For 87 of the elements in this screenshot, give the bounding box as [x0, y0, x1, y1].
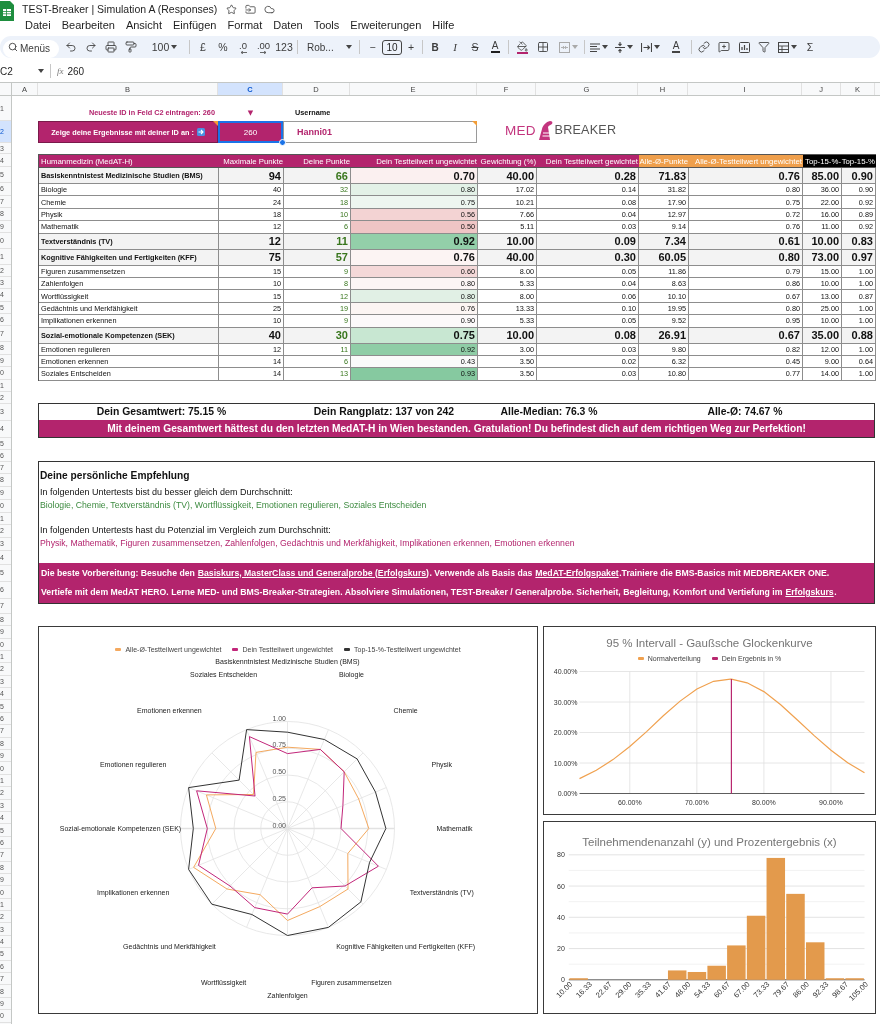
summary-stat: Alle-Median: 76.3 %	[499, 405, 599, 420]
increase-decimals-button[interactable]: .00	[253, 37, 274, 57]
histogram-bar	[667, 970, 687, 980]
promo-text: Die beste Vorbereitung: Besuche den Basiskurs, MasterClass und Generalprobe (Erfolgskurs). Verwende als Basis das MedAT-Erfolgspaket.Trainiere die BMS-Basics mit MEDBREAKER ONE.	[41, 566, 831, 580]
vertical-align-icon[interactable]	[615, 41, 625, 53]
table-cell: 85.00	[803, 168, 842, 184]
menu-item[interactable]: Erweiterungen	[350, 18, 422, 32]
summary-stat: Alle-Ø: 74.67 %	[706, 405, 784, 420]
summary-stat: Dein Gesamtwert: 75.15 %	[95, 405, 228, 420]
formula-field[interactable]: 260	[67, 65, 880, 77]
table-cell: 66	[284, 168, 351, 184]
arrow-right-icon[interactable]	[260, 50, 267, 54]
caret-icon[interactable]	[790, 45, 797, 49]
menu-item[interactable]: Datei	[25, 18, 51, 32]
recommendation-intro: In folgenden Untertests bist du besser gleich dem Durchschnitt:	[40, 485, 294, 499]
search-field[interactable]: Menüs	[3, 39, 59, 58]
logo-mark-icon	[536, 120, 554, 140]
menu-item[interactable]: Bearbeiten	[61, 18, 115, 32]
promo-text: Vertiefe mit dem MedAT HERO. Lerne MED- und BMS-Breaker-Strategien. Absolviere Simulationen, TEST-Breaker / Generalprobe. Sicherheit, Begleitung, Komfort und Vertiefung im Erfolgskurs.	[41, 585, 838, 599]
italic-button[interactable]: I	[445, 37, 465, 57]
caret-icon[interactable]	[627, 45, 633, 49]
username-cell: Hanni01	[283, 121, 477, 143]
menu-item[interactable]: Einfügen	[173, 18, 217, 32]
fill-handle[interactable]	[279, 139, 286, 146]
decrease-decimals-button[interactable]: .0	[233, 37, 253, 57]
search-icon	[8, 42, 18, 52]
cloud-icon[interactable]	[264, 3, 276, 15]
course-link[interactable]: Erfolgskurs	[785, 586, 834, 597]
currency-button[interactable]: £	[193, 37, 213, 57]
subject-list: Physik, Mathematik, Figuren zusammensetzen, Zahlenfolgen, Gedächtnis und Merkfähigkeit, Implikationen erkennen, Emotionen erkennen	[40, 536, 874, 550]
course-link[interactable]: MedAT-Erfolgspaket	[535, 567, 619, 578]
strikethrough-button[interactable]: S	[465, 37, 485, 57]
number-format-button[interactable]: 123	[274, 37, 294, 57]
table-cell: 0.28	[537, 168, 639, 184]
table-icon[interactable]	[777, 41, 789, 53]
star-icon[interactable]	[226, 3, 238, 15]
color-bar-icon[interactable]	[517, 51, 528, 54]
zoom-select[interactable]: 100	[143, 37, 186, 57]
table-cell: 40.00	[478, 168, 537, 184]
note-marker-icon	[472, 121, 477, 126]
chart-title: Teilnehmendenanzahl (y) und Prozentergebnis (x)	[581, 834, 838, 850]
result-message: Mit deinem Gesamtwert hättest du den letzten MedAT-H in Wien bestanden. Gratulation! Du befindest dich auf dem richtigen Weg zur Perfektion!	[39, 419, 874, 437]
chart-title: 95 % Intervall - Gaußsche Glockenkurve	[605, 635, 814, 651]
caret-icon[interactable]	[653, 45, 660, 49]
decrease-font-size-button[interactable]: −	[363, 37, 382, 57]
text-wrap-icon[interactable]	[640, 42, 652, 52]
text-rotation-button[interactable]: A	[663, 37, 689, 57]
table-cell: 0.90	[842, 168, 876, 184]
summary-stat: Dein Rangplatz: 137 von 242	[312, 405, 456, 420]
arrow-left-icon[interactable]	[239, 50, 247, 54]
menu-item[interactable]: Daten	[273, 18, 303, 32]
font-size-field[interactable]: 10	[382, 39, 402, 55]
spreadsheet-icon[interactable]	[0, 1, 14, 21]
table-cell: 0.76	[689, 168, 803, 184]
increase-font-size-button[interactable]: +	[402, 37, 420, 57]
course-link[interactable]: Basiskurs, MasterClass und Generalprobe (Erfolgskurs)	[197, 567, 429, 578]
caret-icon[interactable]	[601, 45, 608, 49]
caret-icon[interactable]	[38, 69, 44, 73]
table-cell: 94	[219, 168, 284, 184]
menu-item[interactable]: Ansicht	[125, 18, 162, 32]
recommendation-title: Deine persönliche Empfehlung	[40, 469, 191, 484]
name-box-field[interactable]: C2	[0, 65, 20, 77]
table-cell: 0.70	[351, 168, 478, 184]
text-color-button[interactable]: A	[485, 37, 505, 57]
sum-button[interactable]: Σ	[800, 37, 820, 57]
paint-bucket-icon[interactable]	[517, 40, 528, 52]
logo-text: BREAKER	[554, 123, 617, 137]
logo-text: MED	[505, 122, 536, 138]
menu-item[interactable]: Hilfe	[432, 18, 455, 32]
fx-label: fx	[57, 66, 64, 76]
histogram-bar	[569, 977, 588, 980]
table-cell: 71.83	[639, 168, 689, 184]
menu-item[interactable]: Tools	[313, 18, 340, 32]
menu-item[interactable]: Format	[227, 18, 263, 32]
align-left-icon[interactable]	[589, 42, 600, 52]
arrow-right-icon	[196, 128, 205, 136]
caret-icon[interactable]	[346, 45, 352, 49]
document-title[interactable]: TEST-Breaker | Simulation A (Responses)	[22, 3, 218, 15]
percent-button[interactable]: %	[213, 37, 233, 57]
note-marker-icon	[213, 121, 218, 126]
id-cell[interactable]: 260	[218, 121, 283, 143]
subject-list: Biologie, Chemie, Textverständnis (TV), Wortflüssigkeit, Emotionen regulieren, Soziales Entscheiden	[40, 498, 874, 512]
folder-icon[interactable]	[245, 3, 257, 15]
font-select[interactable]: Rob...	[301, 37, 356, 57]
recommendation-intro: In folgenden Untertests hast du Potenzial im Vergleich zum Durchschnitt:	[40, 523, 332, 537]
bold-button[interactable]: B	[425, 37, 445, 57]
caret-icon[interactable]	[171, 45, 178, 49]
